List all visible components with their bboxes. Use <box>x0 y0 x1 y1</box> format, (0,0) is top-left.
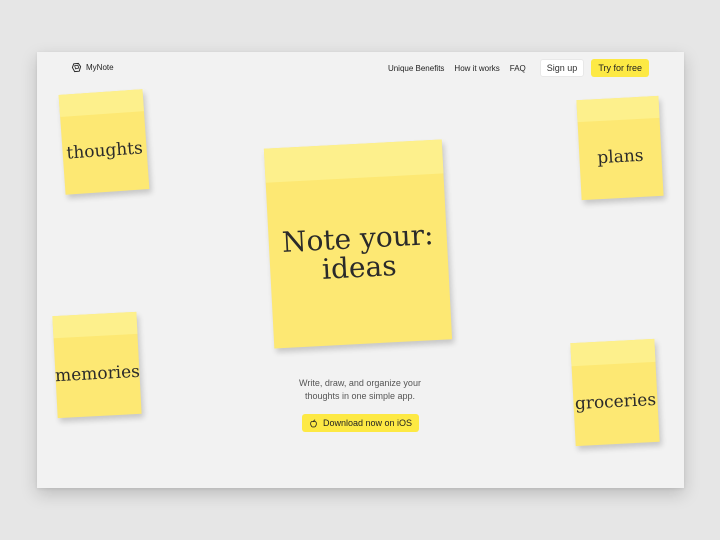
nav-link-unique-benefits[interactable]: Unique Benefits <box>388 64 444 73</box>
sticky-note-memories-text: memories <box>54 361 141 387</box>
sticky-note-memories: memories <box>52 311 142 419</box>
sticky-note-thoughts: thoughts <box>58 89 150 195</box>
hero-tagline: Write, draw, and organize your thoughts … <box>260 377 460 403</box>
top-nav: MyNote Unique Benefits How it works FAQ … <box>37 52 684 86</box>
sticky-note-thoughts-text: thoughts <box>65 138 144 164</box>
brand-logo[interactable]: MyNote <box>71 62 114 73</box>
hero-headline: Note your: ideas <box>281 218 435 287</box>
sticky-note-groceries: groceries <box>570 338 660 447</box>
nav-links: Unique Benefits How it works FAQ Sign up… <box>378 59 649 77</box>
hero-sticky-note: Note your: ideas <box>263 139 453 349</box>
sticky-note-groceries-text: groceries <box>574 389 657 414</box>
brand-name: MyNote <box>86 63 114 72</box>
download-ios-label: Download now on iOS <box>323 418 413 428</box>
download-ios-button[interactable]: Download now on iOS <box>302 414 420 432</box>
sticky-note-plans: plans <box>576 95 664 201</box>
apple-icon <box>310 419 317 427</box>
landing-page: MyNote Unique Benefits How it works FAQ … <box>37 52 684 488</box>
sign-up-button[interactable]: Sign up <box>539 59 585 77</box>
nav-link-how-it-works[interactable]: How it works <box>454 64 499 73</box>
hero-tagline-line1: Write, draw, and organize your <box>299 378 421 388</box>
sticky-note-plans-text: plans <box>596 145 645 169</box>
logo-icon <box>71 62 82 73</box>
try-for-free-button[interactable]: Try for free <box>591 59 649 77</box>
nav-link-faq[interactable]: FAQ <box>510 64 526 73</box>
hero-tagline-line2: thoughts in one simple app. <box>304 391 416 401</box>
